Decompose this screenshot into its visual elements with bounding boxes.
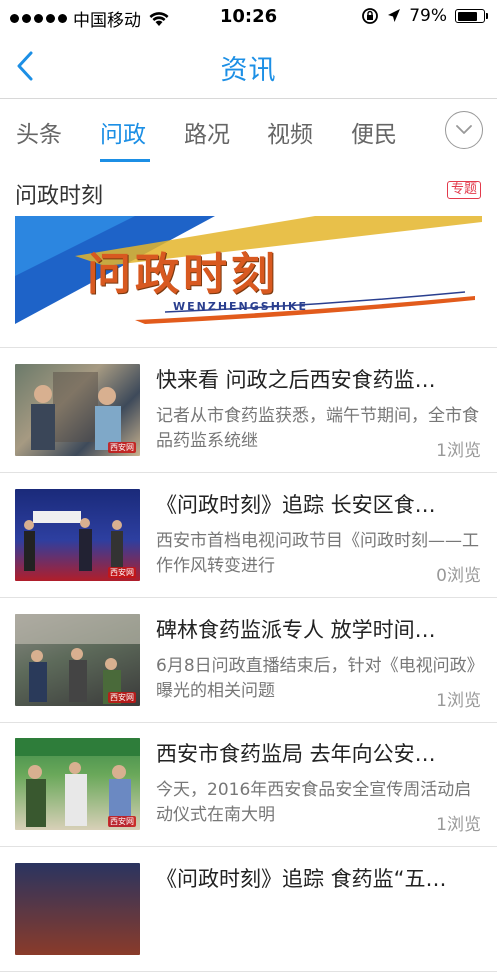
more-tabs-button[interactable]: [445, 111, 483, 149]
battery-level: [457, 11, 477, 21]
tab-wenzheng[interactable]: 问政: [100, 115, 146, 149]
news-summary: 记者从市食药监获悉，端午节期间，全市食品药监系统继: [156, 406, 479, 451]
news-item[interactable]: 西安网 《问政时刻》追踪 长安区食… 西安市首档电视问政节目《问政时刻——工作作…: [0, 473, 497, 598]
topic-banner[interactable]: 问政时刻 WENZHENGSHIKE: [15, 216, 482, 328]
tab-traffic[interactable]: 路况: [184, 115, 230, 149]
news-item[interactable]: 西安网 碑林食药监派专人 放学时间… 6月8日问政直播结束后，针对《电视问政》曝…: [0, 598, 497, 723]
news-title: 《问政时刻》追踪 食药监“五…: [156, 867, 447, 891]
banner-title: 问政时刻: [87, 249, 279, 300]
topic-title: 问政时刻: [15, 184, 104, 209]
view-count: 0浏览: [436, 566, 481, 586]
battery-icon: [455, 9, 488, 23]
status-bar: 中国移动 10:26 79%: [0, 0, 497, 34]
news-summary: 今天，2016年西安食品安全宣传周活动启动仪式在南大明: [156, 780, 472, 825]
status-right: 79%: [361, 6, 488, 26]
view-count: 1浏览: [436, 815, 481, 835]
navigation-bar: 资讯: [0, 34, 497, 99]
page-title: 资讯: [220, 55, 277, 86]
tab-video[interactable]: 视频: [267, 115, 313, 149]
banner-subtitle: WENZHENGSHIKE: [173, 300, 309, 313]
news-summary: 6月8日问政直播结束后，针对《电视问政》曝光的相关问题: [156, 656, 476, 701]
news-title: 碑林食药监派专人 放学时间…: [156, 618, 436, 642]
topic-badge: 专题: [446, 181, 481, 199]
source-logo: 西安网: [108, 692, 136, 703]
view-count: 1浏览: [436, 691, 481, 711]
category-tabs: 头条 问政 路况 视频 便民: [0, 99, 497, 165]
news-thumbnail: 西安网: [15, 738, 140, 830]
news-item[interactable]: 《问政时刻》追踪 食药监“五…: [0, 847, 497, 972]
source-logo: 西安网: [108, 567, 136, 578]
view-count: 1浏览: [436, 441, 481, 461]
news-item[interactable]: 西安网 西安市食药监局 去年向公安… 今天，2016年西安食品安全宣传周活动启动…: [0, 722, 497, 847]
chevron-down-icon: [456, 125, 472, 134]
tab-convenience[interactable]: 便民: [351, 115, 397, 149]
news-title: 《问政时刻》追踪 长安区食…: [156, 493, 436, 517]
battery-percent: 79%: [409, 6, 447, 26]
news-item[interactable]: 西安网 快来看 问政之后西安食药监… 记者从市食药监获悉，端午节期间，全市食品药…: [0, 348, 497, 473]
news-thumbnail: 西安网: [15, 489, 140, 581]
news-summary: 西安市首档电视问政节目《问政时刻——工作作风转变进行: [156, 531, 479, 576]
source-logo: 西安网: [108, 816, 136, 827]
source-logo: 西安网: [108, 442, 136, 453]
news-thumbnail: 西安网: [15, 364, 140, 456]
active-tab-indicator: [100, 159, 150, 162]
location-arrow-icon: [388, 9, 401, 22]
news-title: 西安市食药监局 去年向公安…: [156, 742, 436, 766]
rotation-lock-icon: [362, 8, 379, 24]
news-thumbnail: 西安网: [15, 614, 140, 706]
tab-headlines[interactable]: 头条: [16, 115, 62, 149]
news-title: 快来看 问政之后西安食药监…: [156, 368, 436, 392]
news-thumbnail: [15, 863, 140, 955]
